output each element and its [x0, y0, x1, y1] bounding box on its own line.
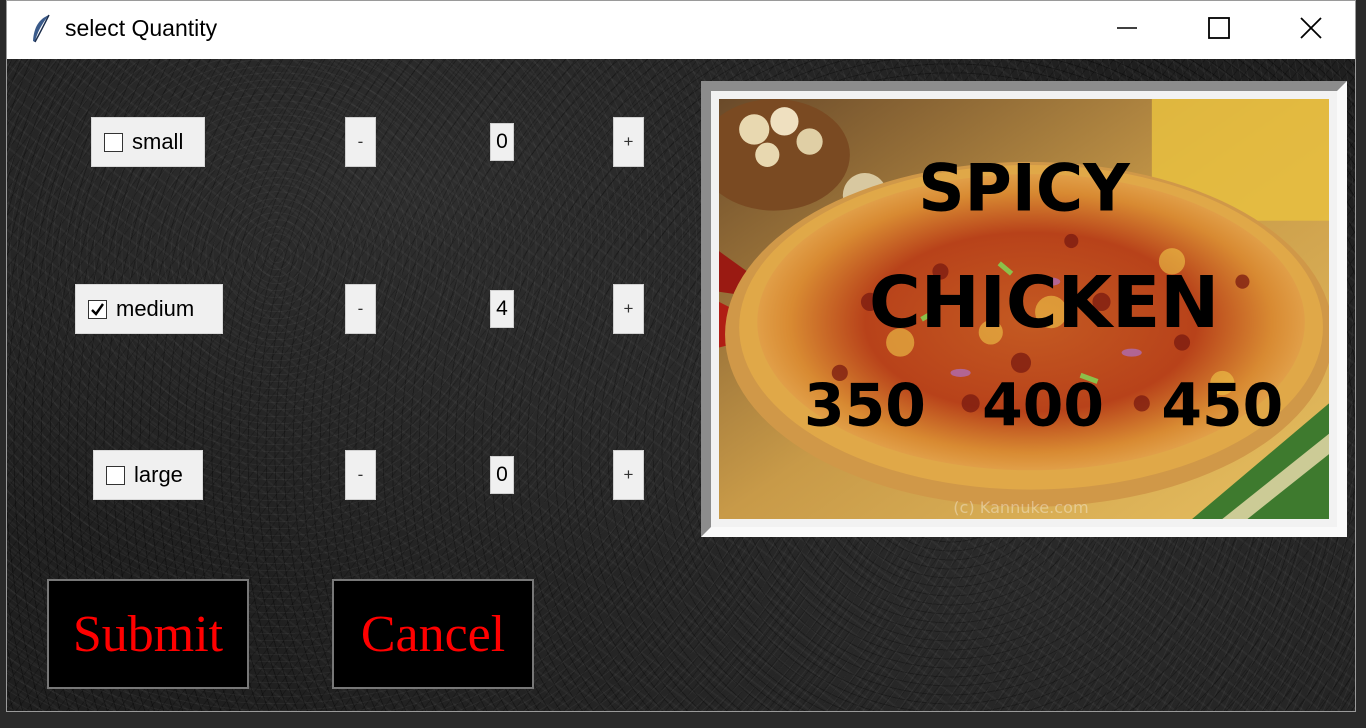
submit-button[interactable]: Submit: [47, 579, 249, 689]
app-window: select Quantity small - 0 + medium - 4 +…: [6, 0, 1356, 712]
small-quantity: 0: [490, 123, 514, 161]
medium-quantity: 4: [490, 290, 514, 328]
minimize-button[interactable]: [1095, 1, 1159, 55]
pizza-title-line1: SPICY: [918, 151, 1131, 226]
large-label: large: [134, 462, 183, 487]
large-checkbox[interactable]: large: [93, 450, 203, 500]
client-area: small - 0 + medium - 4 + large - 0 + Sub…: [7, 59, 1355, 711]
image-watermark: (c) Kannuke.com: [953, 498, 1088, 517]
checkbox-box[interactable]: [104, 132, 123, 152]
checkbox-box[interactable]: [88, 299, 107, 319]
price-large: 450: [1161, 371, 1283, 439]
feather-icon: [33, 14, 50, 43]
price-medium: 400: [982, 371, 1104, 439]
medium-decrement-button[interactable]: -: [345, 284, 376, 334]
medium-checkbox[interactable]: medium: [75, 284, 223, 334]
title-bar[interactable]: select Quantity: [7, 1, 1355, 59]
pizza-title-line2: CHICKEN: [869, 261, 1219, 344]
cancel-button[interactable]: Cancel: [332, 579, 534, 689]
large-quantity: 0: [490, 456, 514, 494]
medium-label: medium: [116, 296, 195, 321]
large-decrement-button[interactable]: -: [345, 450, 376, 500]
checkbox-box[interactable]: [106, 465, 125, 485]
price-small: 350: [804, 371, 926, 439]
small-label: small: [132, 129, 184, 154]
close-button[interactable]: [1279, 1, 1343, 55]
maximize-icon: [1208, 17, 1230, 39]
small-decrement-button[interactable]: -: [345, 117, 376, 167]
checkmark-icon: [91, 302, 104, 316]
medium-increment-button[interactable]: +: [613, 284, 644, 334]
minimize-icon: [1117, 27, 1137, 29]
small-checkbox[interactable]: small: [91, 117, 205, 167]
large-increment-button[interactable]: +: [613, 450, 644, 500]
pizza-image: SPICY CHICKEN 350 400 450 (c) Kannuke.co…: [719, 99, 1329, 519]
maximize-button[interactable]: [1187, 1, 1251, 55]
close-icon: [1300, 17, 1322, 39]
pizza-image-frame: SPICY CHICKEN 350 400 450 (c) Kannuke.co…: [701, 81, 1347, 537]
window-title: select Quantity: [65, 15, 218, 41]
small-increment-button[interactable]: +: [613, 117, 644, 167]
